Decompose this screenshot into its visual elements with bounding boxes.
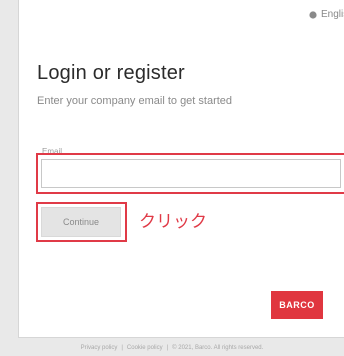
copyright-text: © 2021, Barco. All rights reserved. bbox=[172, 345, 264, 351]
language-selector[interactable]: English bbox=[309, 9, 344, 20]
click-annotation: クリック bbox=[139, 212, 207, 232]
footer-separator: | bbox=[166, 345, 169, 351]
privacy-policy-link[interactable]: Privacy policy bbox=[81, 345, 118, 351]
page-subtitle: Enter your company email to get started bbox=[37, 95, 233, 107]
continue-button[interactable]: Continue bbox=[41, 207, 121, 237]
language-label: English bbox=[321, 9, 344, 20]
barco-logo: BARCO bbox=[271, 291, 323, 319]
page-title: Login or register bbox=[37, 62, 185, 84]
viewport: English Login or register Enter your com… bbox=[0, 0, 344, 356]
footer-separator: | bbox=[121, 345, 123, 351]
email-field[interactable] bbox=[41, 159, 341, 188]
footer: Privacy policy | Cookie policy | © 2021, Bar… bbox=[0, 345, 344, 351]
globe-icon bbox=[309, 10, 317, 19]
login-card: English Login or register Enter your com… bbox=[18, 0, 344, 338]
cookie-policy-link[interactable]: Cookie policy bbox=[127, 345, 163, 351]
